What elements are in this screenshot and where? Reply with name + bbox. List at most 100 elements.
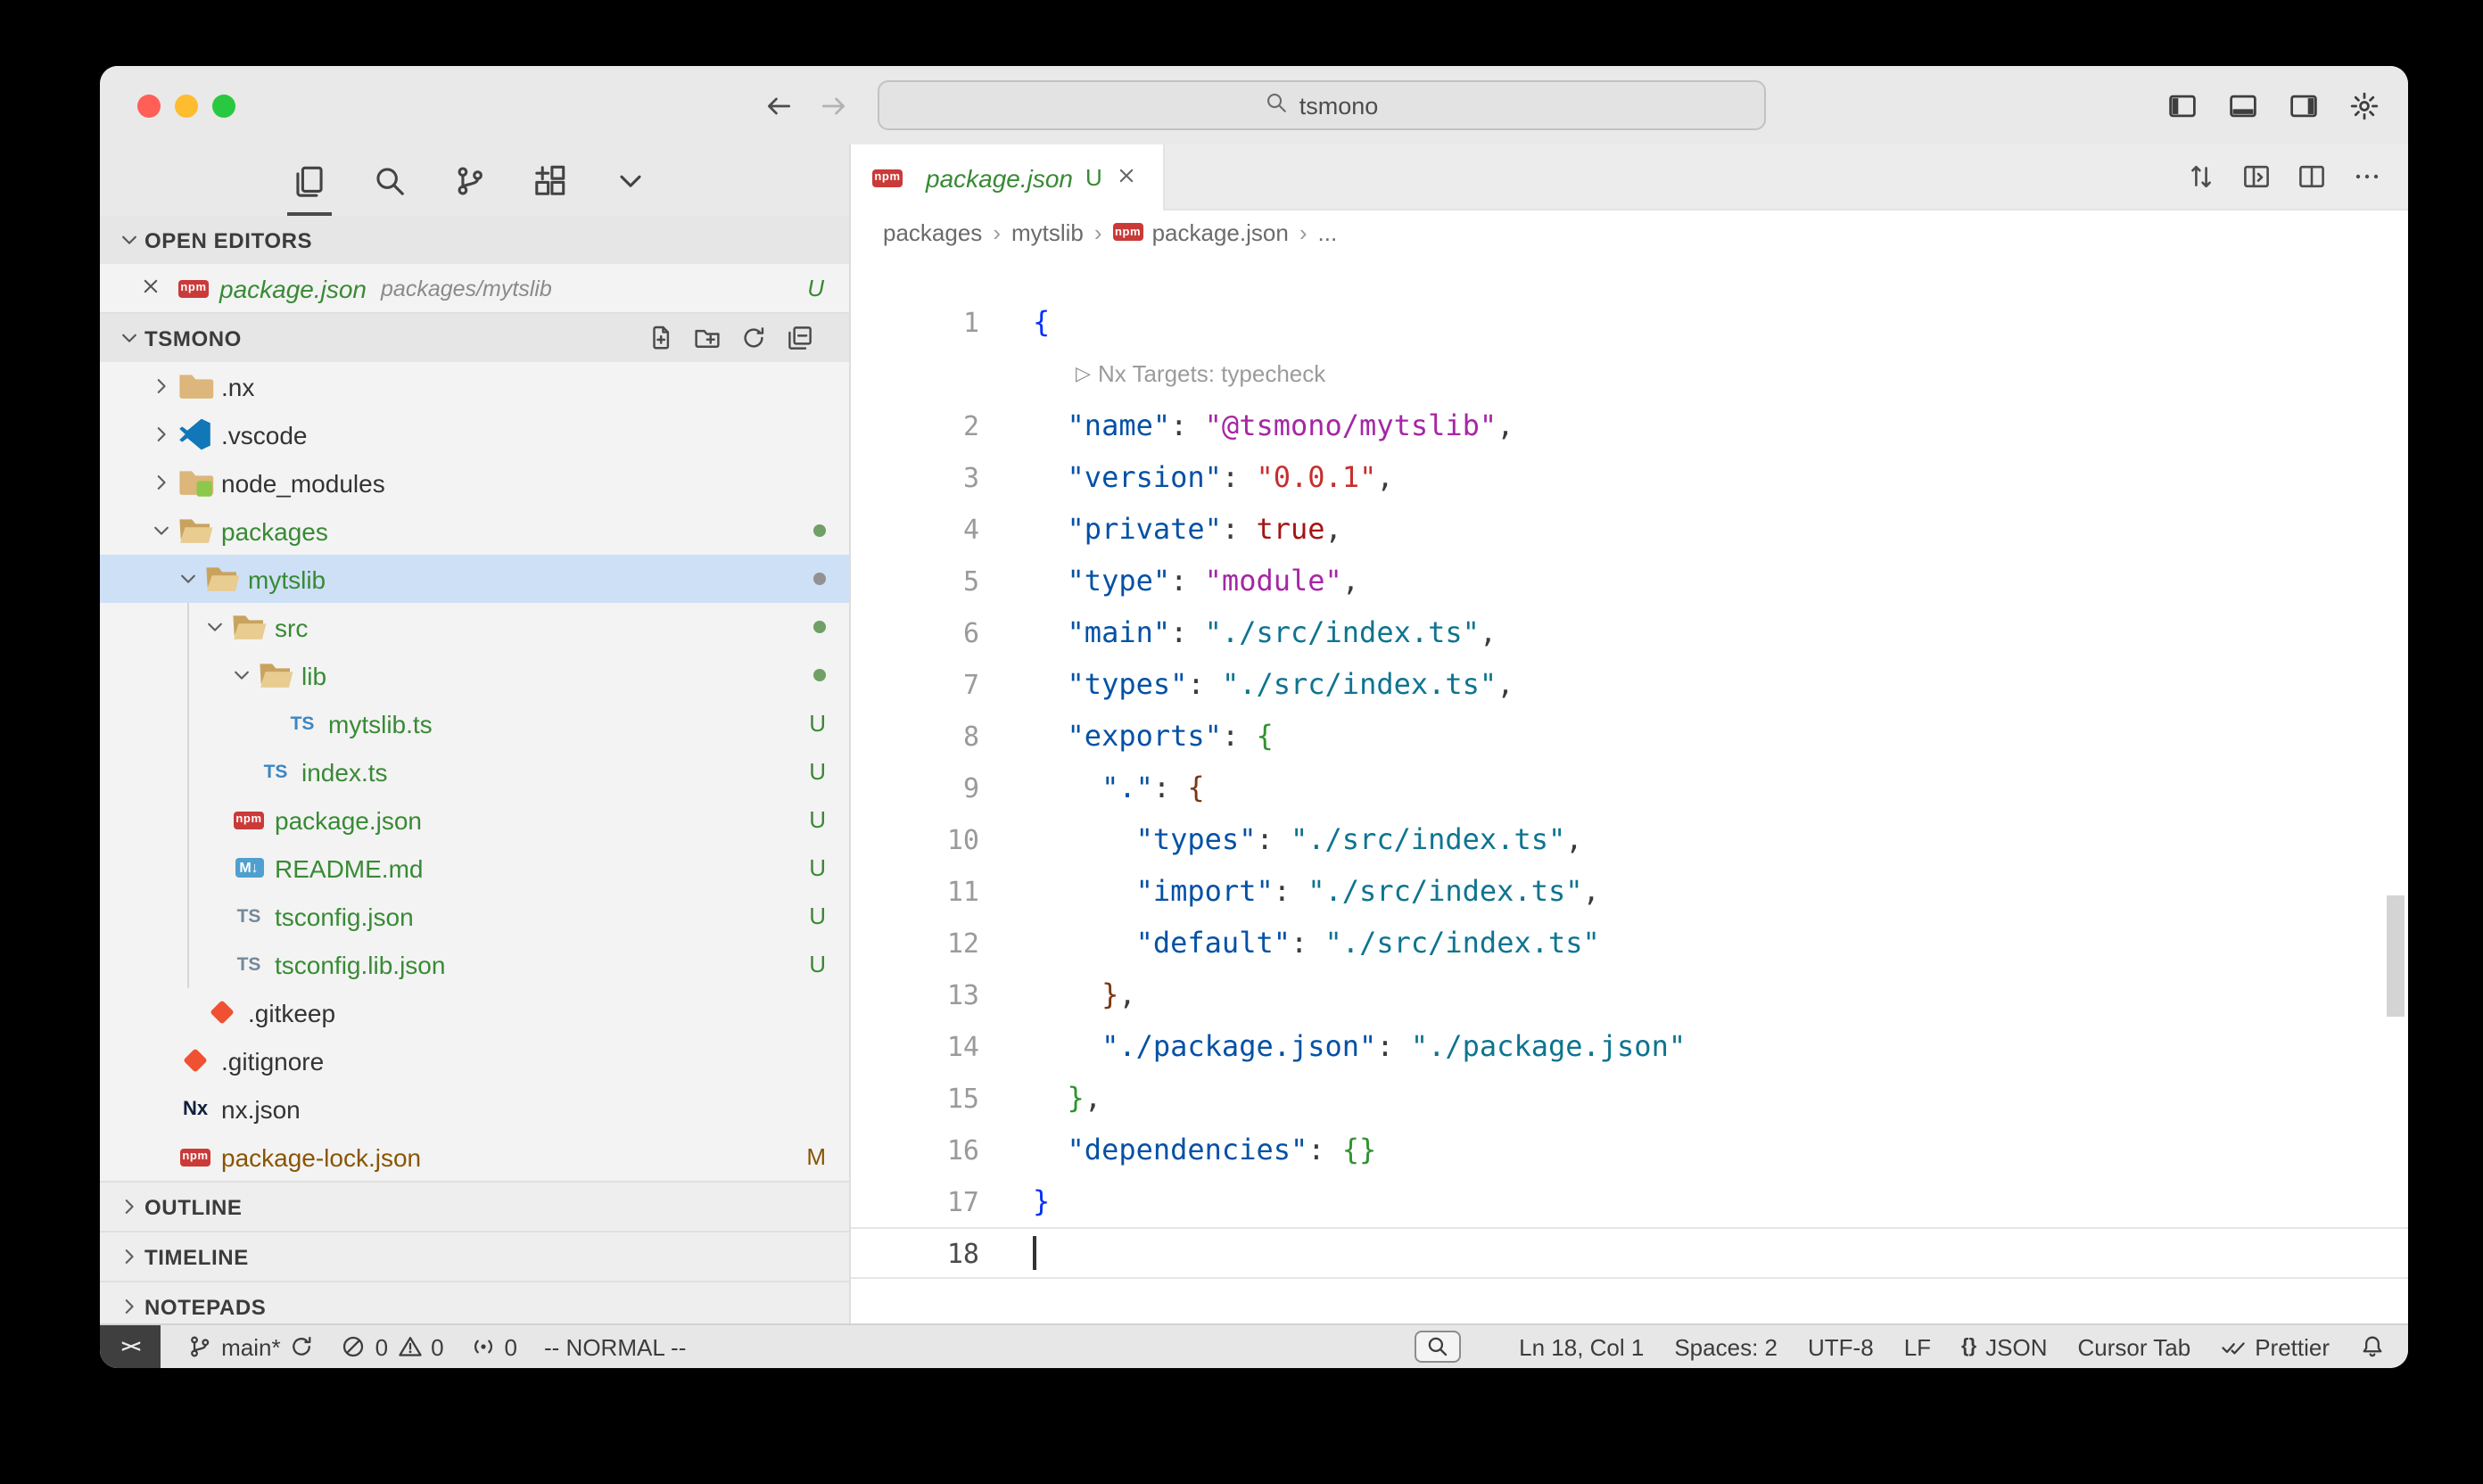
open-editors-header[interactable]: OPEN EDITORS <box>100 216 849 264</box>
activity-files-button[interactable] <box>293 163 326 197</box>
breadcrumb-item[interactable]: ... <box>1318 218 1338 245</box>
line-number: 4 <box>851 513 979 545</box>
tree-item-.nx[interactable]: .nx <box>100 362 849 410</box>
activity-extensions-button[interactable] <box>533 163 567 197</box>
panel-notepads[interactable]: NOTEPADS <box>100 1281 849 1323</box>
tree-item-package.json[interactable]: npmpackage.jsonU <box>100 796 849 844</box>
back-arrow-icon[interactable] <box>763 90 794 120</box>
code-line[interactable]: 1{ <box>851 296 2408 348</box>
tree-item-.gitignore[interactable]: .gitignore <box>100 1036 849 1084</box>
panel-timeline[interactable]: TIMELINE <box>100 1231 849 1281</box>
line-number: 10 <box>851 823 979 855</box>
minimize-window-button[interactable] <box>175 95 198 118</box>
new-folder-button[interactable] <box>694 325 721 351</box>
tab-package-json[interactable]: npm package.json U <box>851 144 1165 210</box>
tsconfig-icon: TS <box>237 905 261 927</box>
code-line[interactable]: 10 "types": "./src/index.ts", <box>851 813 2408 865</box>
code-line[interactable]: 4 "private": true, <box>851 503 2408 555</box>
vim-mode-status[interactable]: -- NORMAL -- <box>544 1333 686 1360</box>
code-text: "default": "./src/index.ts" <box>979 926 1600 960</box>
code-line[interactable]: 5 "type": "module", <box>851 555 2408 606</box>
forward-arrow-icon[interactable] <box>819 90 849 120</box>
code-line[interactable]: 14 "./package.json": "./package.json" <box>851 1020 2408 1072</box>
tree-item-.vscode[interactable]: .vscode <box>100 410 849 458</box>
code-line[interactable]: 9 ".": { <box>851 762 2408 813</box>
tree-item-tsconfig.lib.json[interactable]: TStsconfig.lib.jsonU <box>100 940 849 988</box>
encoding-status[interactable]: UTF-8 <box>1808 1333 1874 1360</box>
tsconfig-icon: TS <box>237 953 261 975</box>
gear-button[interactable] <box>2349 90 2380 120</box>
status-label: Ln 18, Col 1 <box>1519 1333 1644 1360</box>
breadcrumb-item[interactable]: npmpackage.json <box>1113 218 1289 245</box>
code-line[interactable]: 18 <box>851 1227 2408 1279</box>
command-search-box[interactable]: tsmono <box>878 80 1766 130</box>
refresh-button[interactable] <box>740 325 767 351</box>
panel-right-button[interactable] <box>2289 90 2319 120</box>
tree-item-mytslib[interactable]: mytslib <box>100 555 849 603</box>
explorer-header[interactable]: TSMONO <box>100 312 849 362</box>
code-line[interactable]: 11 "import": "./src/index.ts", <box>851 865 2408 917</box>
tree-item-.gitkeep[interactable]: .gitkeep <box>100 988 849 1036</box>
indentation-status[interactable]: Spaces: 2 <box>1674 1333 1778 1360</box>
zoom-status[interactable] <box>1414 1331 1460 1363</box>
breadcrumb-separator-icon: › <box>1094 218 1102 245</box>
tree-item-README.md[interactable]: M↓README.mdU <box>100 844 849 892</box>
compare-button[interactable] <box>2187 162 2215 191</box>
cursor-tab-status[interactable]: Cursor Tab <box>2078 1333 2191 1360</box>
panel-bottom-button[interactable] <box>2228 90 2258 120</box>
breadcrumb-item[interactable]: mytslib <box>1011 218 1084 245</box>
eol-status[interactable]: LF <box>1904 1333 1931 1360</box>
codelens-line[interactable]: ▷Nx Targets: typecheck <box>851 348 2408 400</box>
code-editor[interactable]: 1{▷Nx Targets: typecheck2 "name": "@tsmo… <box>851 253 2408 1323</box>
open-preview-button[interactable] <box>2242 162 2271 191</box>
tree-item-package-lock.json[interactable]: npmpackage-lock.jsonM <box>100 1133 849 1181</box>
breadcrumb-item[interactable]: packages <box>883 218 982 245</box>
codelens-run-icon[interactable]: ▷ <box>1076 362 1091 385</box>
branch-status[interactable]: main* <box>187 1333 315 1360</box>
open-editor-item[interactable]: npm package.json packages/mytslib U <box>100 264 849 312</box>
panel-outline[interactable]: OUTLINE <box>100 1181 849 1231</box>
tree-item-tsconfig.json[interactable]: TStsconfig.jsonU <box>100 892 849 940</box>
zoom-window-button[interactable] <box>212 95 235 118</box>
close-window-button[interactable] <box>137 95 161 118</box>
language-status[interactable]: {}JSON <box>1961 1333 2047 1360</box>
remote-indicator[interactable]: >< <box>100 1325 161 1368</box>
tree-item-nx.json[interactable]: Nxnx.json <box>100 1084 849 1133</box>
tree-item-packages[interactable]: packages <box>100 507 849 555</box>
tree-item-label: tsconfig.json <box>275 902 414 930</box>
code-line[interactable]: 17} <box>851 1175 2408 1227</box>
code-line[interactable]: 13 }, <box>851 969 2408 1020</box>
code-line[interactable]: 12 "default": "./src/index.ts" <box>851 917 2408 969</box>
code-line[interactable]: 8 "exports": { <box>851 710 2408 762</box>
code-text: "version": "0.0.1", <box>979 460 1394 494</box>
tree-item-node_modules[interactable]: node_modules <box>100 458 849 507</box>
formatter-status[interactable]: Prettier <box>2221 1333 2330 1360</box>
collapse-all-button[interactable] <box>787 325 813 351</box>
tree-item-mytslib.ts[interactable]: TSmytslib.tsU <box>100 699 849 747</box>
tree-item-lib[interactable]: lib <box>100 651 849 699</box>
cursor-position-status[interactable]: Ln 18, Col 1 <box>1519 1333 1644 1360</box>
problems-status[interactable]: 00 <box>342 1333 444 1360</box>
code-line[interactable]: 3 "version": "0.0.1", <box>851 451 2408 503</box>
close-editor-icon[interactable] <box>139 274 168 302</box>
close-tab-icon[interactable] <box>1115 164 1142 191</box>
ports-status[interactable]: 0 <box>471 1333 517 1360</box>
new-file-button[interactable] <box>648 325 674 351</box>
code-line[interactable]: 7 "types": "./src/index.ts", <box>851 658 2408 710</box>
tree-item-index.ts[interactable]: TSindex.tsU <box>100 747 849 796</box>
code-line[interactable]: 6 "main": "./src/index.ts", <box>851 606 2408 658</box>
editor-scrollbar[interactable] <box>2387 895 2405 1017</box>
tree-item-src[interactable]: src <box>100 603 849 651</box>
code-line[interactable]: 15 }, <box>851 1072 2408 1124</box>
activity-source-control-button[interactable] <box>453 163 487 197</box>
panel-left-button[interactable] <box>2167 90 2198 120</box>
code-line[interactable]: 16 "dependencies": {} <box>851 1124 2408 1175</box>
activity-search-button[interactable] <box>373 163 407 197</box>
code-line[interactable]: 2 "name": "@tsmono/mytslib", <box>851 400 2408 451</box>
magnifier-icon <box>1424 1334 1449 1359</box>
more-button[interactable] <box>2353 162 2381 191</box>
activity-chevron-down-button[interactable] <box>614 163 648 197</box>
notifications-bell[interactable] <box>2360 1334 2385 1359</box>
open-editors-title: OPEN EDITORS <box>144 227 312 252</box>
split-editor-button[interactable] <box>2297 162 2326 191</box>
